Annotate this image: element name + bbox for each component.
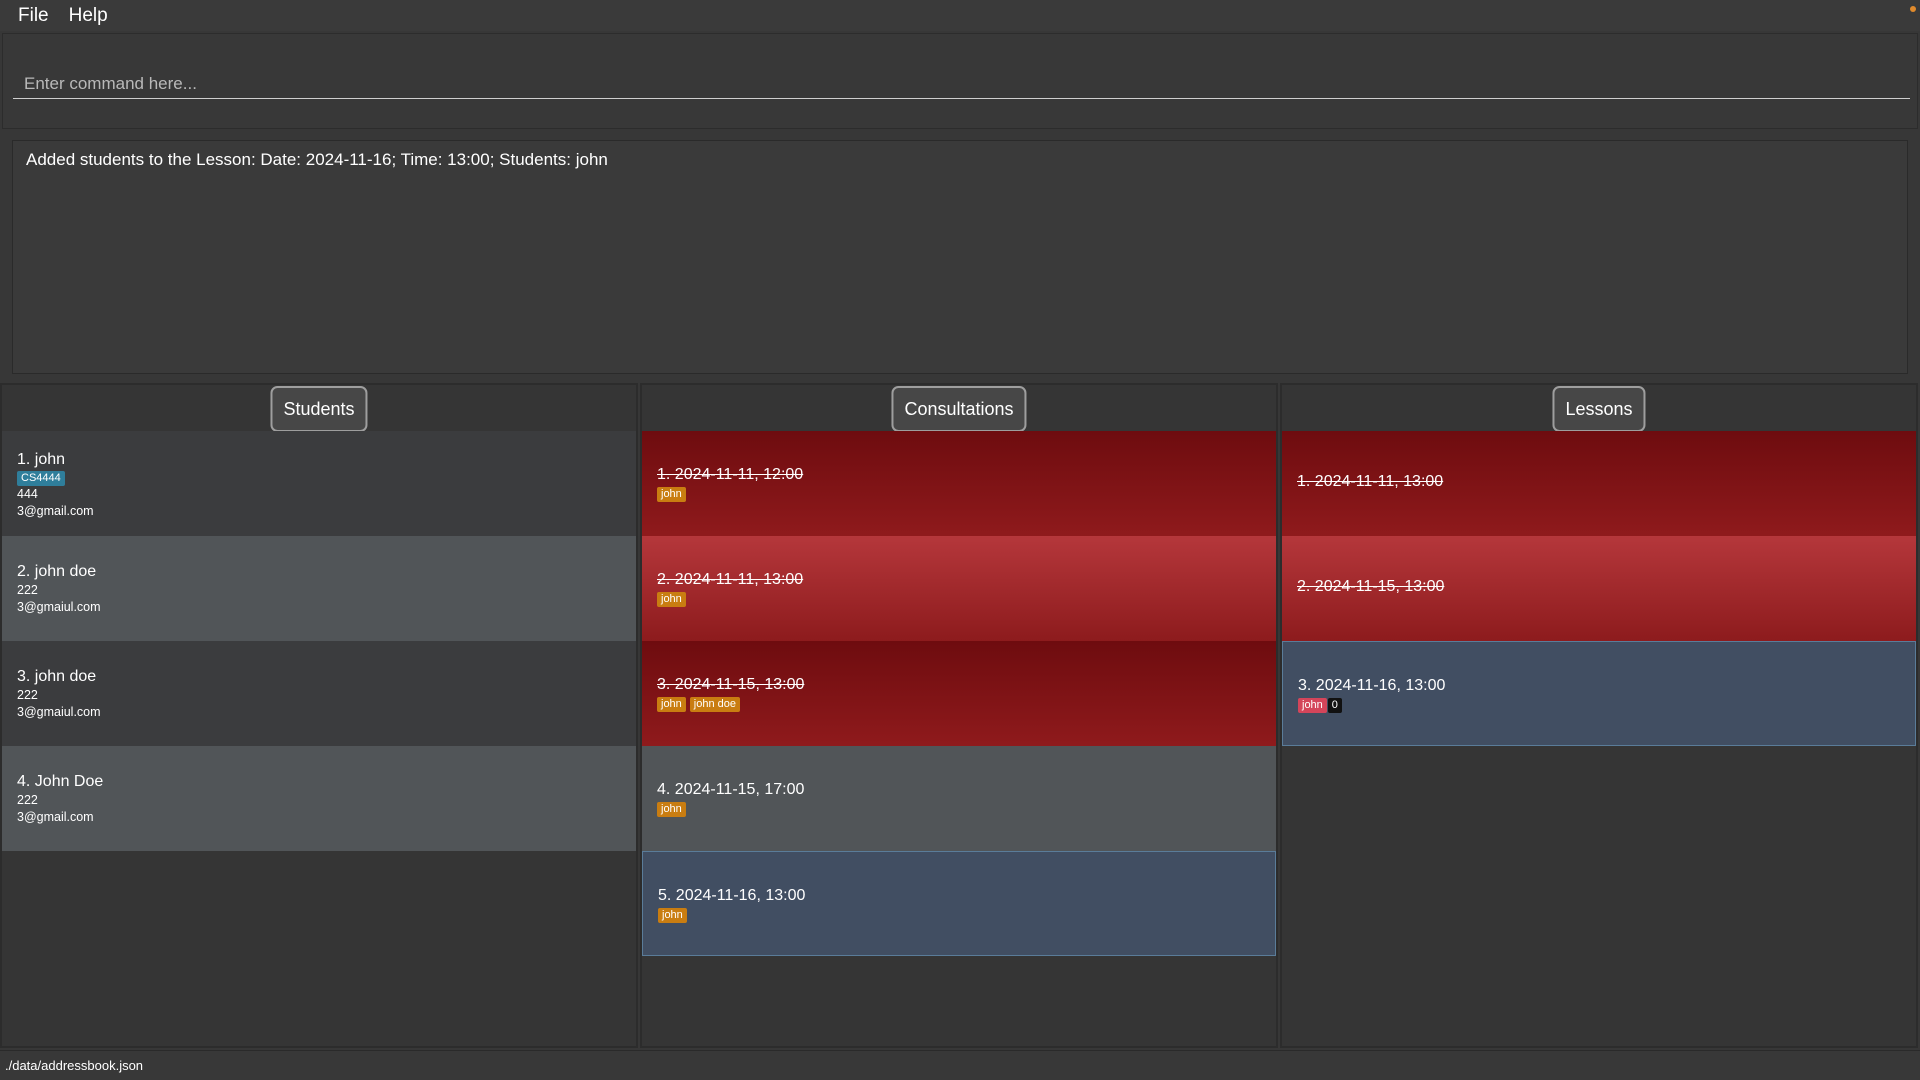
consultation-card[interactable]: 4. 2024-11-15, 17:00 john	[642, 746, 1276, 851]
lesson-datetime: 1. 2024-11-11, 13:00	[1297, 473, 1444, 490]
consultations-panel-header: Consultations	[642, 385, 1276, 432]
student-tag: john	[658, 908, 687, 923]
consultation-tags: john john doe	[657, 697, 744, 712]
consultation-tags: john	[657, 487, 690, 502]
student-name: 4. John Doe	[17, 773, 104, 790]
student-card[interactable]: 3. john doe 222 3@gmaiul.com	[2, 641, 636, 746]
student-tag: john	[657, 592, 686, 607]
menu-file[interactable]: File	[8, 0, 59, 31]
student-tag: john	[1298, 698, 1327, 713]
student-phone: 444	[17, 487, 38, 501]
student-list[interactable]: 1. john CS4444 444 3@gmail.com 2. john d…	[2, 431, 636, 851]
lesson-card[interactable]: 2. 2024-11-15, 13:00	[1282, 536, 1916, 641]
student-email: 3@gmail.com	[17, 504, 94, 518]
student-tag: john	[657, 802, 686, 817]
student-name: 1. john	[17, 451, 66, 468]
lesson-datetime: 2. 2024-11-15, 13:00	[1297, 578, 1445, 595]
student-name: 2. john doe	[17, 563, 97, 580]
consultation-card[interactable]: 1. 2024-11-11, 12:00 john	[642, 431, 1276, 536]
status-bar: ./data/addressbook.json	[0, 1050, 1920, 1080]
student-name: 3. john doe	[17, 668, 97, 685]
lesson-datetime: 3. 2024-11-16, 13:00	[1298, 677, 1446, 694]
consultation-datetime: 5. 2024-11-16, 13:00	[658, 887, 806, 904]
student-tags: CS4444	[17, 471, 69, 486]
consultation-list[interactable]: 1. 2024-11-11, 12:00 john 2. 2024-11-11,…	[642, 431, 1276, 956]
consultation-datetime: 4. 2024-11-15, 17:00	[657, 781, 805, 798]
consultation-tags: john	[657, 802, 690, 817]
student-tag: john doe	[689, 697, 741, 712]
student-email: 3@gmaiul.com	[17, 705, 101, 719]
consultation-card-selected[interactable]: 5. 2024-11-16, 13:00 john	[642, 851, 1276, 956]
student-card[interactable]: 1. john CS4444 444 3@gmail.com	[2, 431, 636, 536]
app-window: File Help Added students to the Lesson: …	[0, 0, 1920, 1080]
consultations-title: Consultations	[891, 386, 1027, 432]
student-email: 3@gmail.com	[17, 810, 94, 824]
lesson-card[interactable]: 1. 2024-11-11, 13:00	[1282, 431, 1916, 536]
students-title: Students	[270, 386, 368, 432]
course-tag: CS4444	[17, 471, 65, 486]
lesson-list[interactable]: 1. 2024-11-11, 13:00 2. 2024-11-15, 13:0…	[1282, 431, 1916, 746]
consultation-datetime: 2. 2024-11-11, 13:00	[657, 571, 804, 588]
command-input[interactable]	[13, 69, 1910, 99]
lesson-card-selected[interactable]: 3. 2024-11-16, 13:00 john 0	[1282, 641, 1916, 746]
participation-count-tag: 0	[1327, 698, 1342, 713]
student-tag: john	[657, 487, 686, 502]
save-file-path: ./data/addressbook.json	[5, 1058, 144, 1073]
lesson-tags: john 0	[1298, 698, 1346, 713]
consultation-datetime: 1. 2024-11-11, 12:00	[657, 466, 804, 483]
lessons-title: Lessons	[1552, 386, 1646, 432]
student-phone: 222	[17, 583, 38, 597]
consultation-datetime: 3. 2024-11-15, 13:00	[657, 676, 805, 693]
student-phone: 222	[17, 793, 38, 807]
consultations-panel: Consultations 1. 2024-11-11, 12:00 john …	[640, 383, 1278, 1048]
notification-dot-icon	[1910, 6, 1916, 12]
consultation-card[interactable]: 3. 2024-11-15, 13:00 john john doe	[642, 641, 1276, 746]
students-panel: Students 1. john CS4444 444 3@gmail.com …	[0, 383, 638, 1048]
consultation-tags: john	[657, 592, 690, 607]
result-display[interactable]: Added students to the Lesson: Date: 2024…	[12, 140, 1908, 374]
result-text: Added students to the Lesson: Date: 2024…	[26, 150, 608, 169]
student-card[interactable]: 4. John Doe 222 3@gmail.com	[2, 746, 636, 851]
student-phone: 222	[17, 688, 38, 702]
student-tag: john	[657, 697, 686, 712]
command-box	[2, 33, 1918, 129]
student-card[interactable]: 2. john doe 222 3@gmaiul.com	[2, 536, 636, 641]
students-panel-header: Students	[2, 385, 636, 432]
lessons-panel: Lessons 1. 2024-11-11, 13:00 2. 2024-11-…	[1280, 383, 1918, 1048]
consultation-tags: john	[658, 908, 691, 923]
student-email: 3@gmaiul.com	[17, 600, 101, 614]
lessons-panel-header: Lessons	[1282, 385, 1916, 432]
menu-help[interactable]: Help	[59, 0, 118, 31]
consultation-card[interactable]: 2. 2024-11-11, 13:00 john	[642, 536, 1276, 641]
menu-bar: File Help	[0, 0, 1920, 31]
